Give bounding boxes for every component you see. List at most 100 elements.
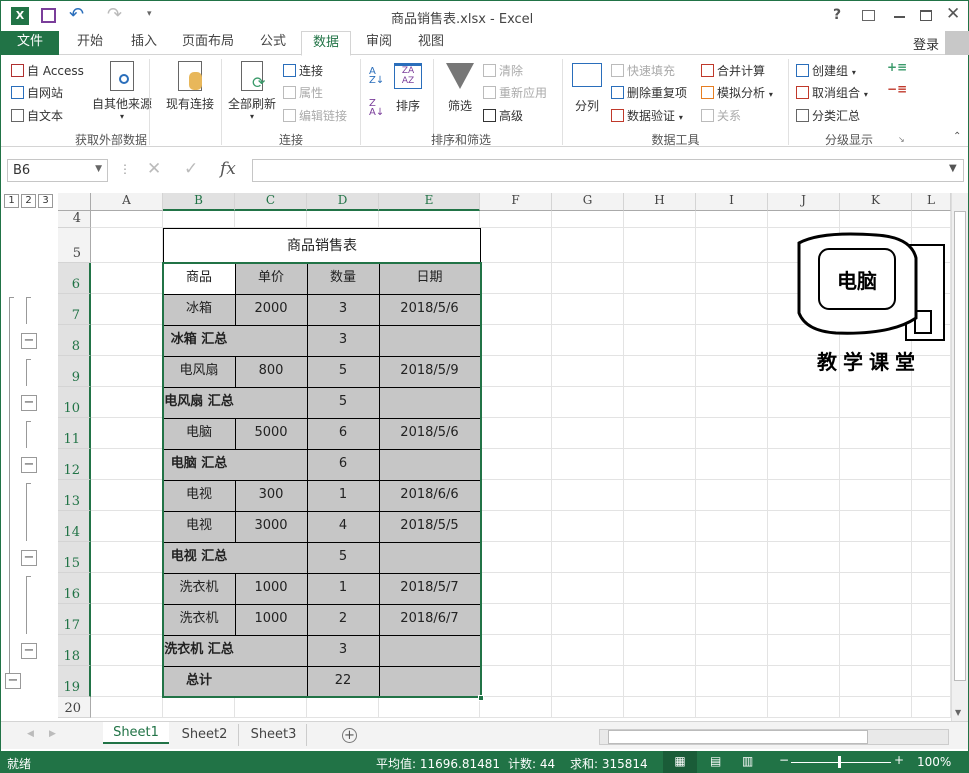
cell-J13[interactable]: [768, 480, 840, 511]
column-header-C[interactable]: C: [235, 193, 307, 211]
cell-H14[interactable]: [624, 511, 696, 542]
existing-connections-button[interactable]: 现有连接: [161, 61, 219, 112]
row-header-6[interactable]: 6: [58, 263, 91, 294]
row-header-19[interactable]: 19: [58, 666, 91, 697]
cell-A19[interactable]: [91, 666, 163, 697]
cell-A11[interactable]: [91, 418, 163, 449]
collapse-ribbon-icon[interactable]: ⌃: [953, 131, 961, 142]
cell-I11[interactable]: [696, 418, 768, 449]
row-header-10[interactable]: 10: [58, 387, 91, 418]
cell-A12[interactable]: [91, 449, 163, 480]
formula-input[interactable]: [252, 159, 964, 182]
column-header-G[interactable]: G: [552, 193, 624, 211]
horizontal-scroll-thumb[interactable]: [608, 730, 868, 744]
cell-H13[interactable]: [624, 480, 696, 511]
cell-D20[interactable]: [307, 697, 379, 718]
cell-I10[interactable]: [696, 387, 768, 418]
cell-K10[interactable]: [840, 387, 912, 418]
subtotal-cell[interactable]: 电风扇 汇总: [163, 387, 235, 418]
cell-A17[interactable]: [91, 604, 163, 635]
cell-K13[interactable]: [840, 480, 912, 511]
help-button[interactable]: ?: [833, 7, 841, 23]
cell-J12[interactable]: [768, 449, 840, 480]
cell-J17[interactable]: [768, 604, 840, 635]
cell-I4[interactable]: [696, 211, 768, 228]
ungroup-button[interactable]: 取消组合 ▾: [796, 84, 868, 101]
row-header-17[interactable]: 17: [58, 604, 91, 635]
cell-K16[interactable]: [840, 573, 912, 604]
cell-H10[interactable]: [624, 387, 696, 418]
subtotal-cell[interactable]: 电视 汇总: [163, 542, 235, 573]
zoom-slider[interactable]: [791, 762, 891, 763]
save-icon[interactable]: [41, 8, 56, 23]
login-link[interactable]: 登录: [913, 34, 939, 53]
cancel-icon[interactable]: ✕: [147, 159, 161, 179]
minimize-icon[interactable]: [894, 16, 905, 18]
cell-I7[interactable]: [696, 294, 768, 325]
from-access-button[interactable]: 自 Access: [11, 62, 84, 79]
cell-J19[interactable]: [768, 666, 840, 697]
table-title[interactable]: 商品销售表: [163, 228, 481, 264]
cell-L15[interactable]: [912, 542, 951, 573]
cell-H8[interactable]: [624, 325, 696, 356]
cell-K12[interactable]: [840, 449, 912, 480]
connections-button[interactable]: 连接: [283, 62, 323, 79]
cell-G8[interactable]: [552, 325, 624, 356]
cell-F15[interactable]: [480, 542, 552, 573]
cell-G12[interactable]: [552, 449, 624, 480]
cell-G20[interactable]: [552, 697, 624, 718]
cell-I13[interactable]: [696, 480, 768, 511]
cell-G9[interactable]: [552, 356, 624, 387]
row-header-4[interactable]: 4: [58, 211, 91, 228]
cell-G19[interactable]: [552, 666, 624, 697]
tab-data[interactable]: 数据: [301, 31, 351, 56]
undo-icon[interactable]: ↶: [69, 4, 84, 25]
cell-H16[interactable]: [624, 573, 696, 604]
cell-F7[interactable]: [480, 294, 552, 325]
cell-I15[interactable]: [696, 542, 768, 573]
cell-A5[interactable]: [91, 228, 163, 263]
cell-I14[interactable]: [696, 511, 768, 542]
reapply-button[interactable]: 重新应用: [483, 84, 547, 101]
cell-A10[interactable]: [91, 387, 163, 418]
cell-F19[interactable]: [480, 666, 552, 697]
cell-C4[interactable]: [235, 211, 307, 228]
cell-K17[interactable]: [840, 604, 912, 635]
row-header-15[interactable]: 15: [58, 542, 91, 573]
cell-D4[interactable]: [307, 211, 379, 228]
cell-J18[interactable]: [768, 635, 840, 666]
cell-I17[interactable]: [696, 604, 768, 635]
cell-A9[interactable]: [91, 356, 163, 387]
row-header-11[interactable]: 11: [58, 418, 91, 449]
sort-asc-button[interactable]: A Z↓: [369, 67, 384, 86]
cell-H4[interactable]: [624, 211, 696, 228]
edit-links-button[interactable]: 编辑链接: [283, 107, 347, 124]
cell-J11[interactable]: [768, 418, 840, 449]
cell-K18[interactable]: [840, 635, 912, 666]
cell-H17[interactable]: [624, 604, 696, 635]
page-layout-view-icon[interactable]: ▤: [710, 754, 721, 768]
cell-L16[interactable]: [912, 573, 951, 604]
cell-L10[interactable]: [912, 387, 951, 418]
scroll-down-icon[interactable]: ▼: [955, 708, 961, 717]
cell-G14[interactable]: [552, 511, 624, 542]
consolidate-button[interactable]: 合并计算: [701, 62, 765, 79]
cell-A18[interactable]: [91, 635, 163, 666]
ribbon-display-icon[interactable]: [862, 10, 875, 21]
cell-E4[interactable]: [379, 211, 480, 228]
cell-G7[interactable]: [552, 294, 624, 325]
column-header-D[interactable]: D: [307, 193, 379, 211]
cell-F5[interactable]: [480, 228, 552, 263]
cell-K11[interactable]: [840, 418, 912, 449]
column-header-B[interactable]: B: [163, 193, 235, 211]
tab-formulas[interactable]: 公式: [249, 31, 297, 55]
cell-H15[interactable]: [624, 542, 696, 573]
cell-I5[interactable]: [696, 228, 768, 263]
cell-J20[interactable]: [768, 697, 840, 718]
zoom-out-button[interactable]: −: [779, 753, 789, 767]
collapse-group-button-row-18[interactable]: −: [21, 643, 37, 659]
cell-A4[interactable]: [91, 211, 163, 228]
close-icon[interactable]: ✕: [946, 4, 960, 24]
zoom-in-button[interactable]: +: [894, 753, 904, 767]
collapse-group-button-row-10[interactable]: −: [21, 395, 37, 411]
